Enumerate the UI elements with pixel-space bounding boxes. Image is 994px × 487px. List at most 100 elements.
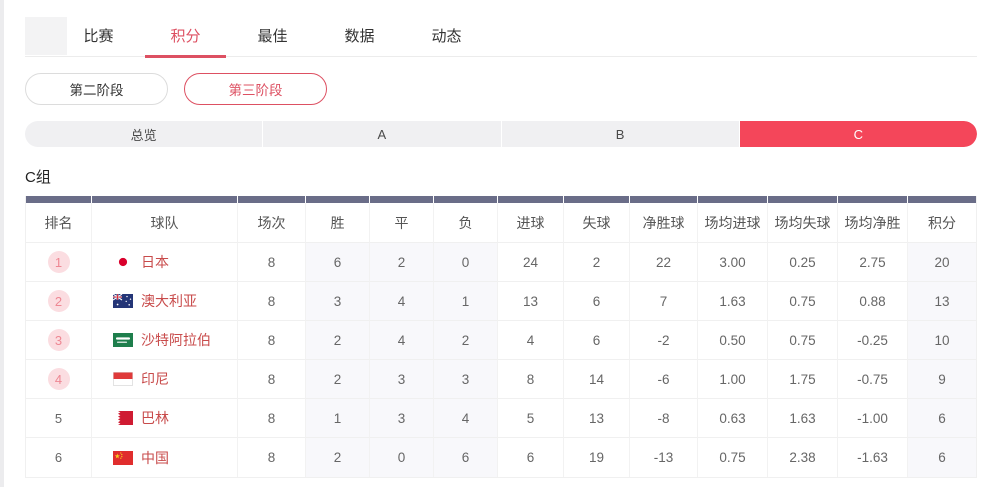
- stat-cell: 0.75: [768, 321, 838, 360]
- table-row[interactable]: 6 中国 8206619-130.752.38-1.636: [26, 438, 976, 477]
- stat-cell: -0.25: [838, 321, 908, 360]
- team-cell[interactable]: 澳大利亚: [92, 282, 238, 321]
- stage-pill-second[interactable]: 第二阶段: [25, 73, 168, 105]
- stat-cell: 8: [238, 243, 306, 282]
- team-name: 澳大利亚: [141, 291, 197, 311]
- table-row[interactable]: 1 日本 8620242223.000.252.7520: [26, 243, 976, 282]
- stat-cell: 6: [908, 438, 976, 477]
- stat-cell: 6: [908, 399, 976, 438]
- stat-cell: 4: [370, 321, 434, 360]
- segment-group-a[interactable]: A: [263, 121, 501, 147]
- stat-cell: 6: [564, 321, 630, 360]
- stat-cell: 4: [434, 399, 498, 438]
- column-header: 失球: [564, 203, 630, 243]
- segment-overview[interactable]: 总览: [25, 121, 263, 147]
- stat-cell: 6: [498, 438, 564, 477]
- stat-cell: -6: [630, 360, 698, 399]
- column-header: 场次: [238, 203, 306, 243]
- stat-cell: 20: [908, 243, 976, 282]
- column-header: 净胜球: [630, 203, 698, 243]
- stat-cell: -0.75: [838, 360, 908, 399]
- stat-cell: 13: [498, 282, 564, 321]
- stat-cell: 13: [908, 282, 976, 321]
- stat-cell: 5: [498, 399, 564, 438]
- rank-cell: 2: [26, 282, 92, 321]
- team-cell[interactable]: 印尼: [92, 360, 238, 399]
- page-left-edge: [0, 0, 4, 487]
- column-header: 负: [434, 203, 498, 243]
- stat-cell: -2: [630, 321, 698, 360]
- rank-cell: 5: [26, 399, 92, 438]
- stat-cell: 2: [370, 243, 434, 282]
- team-name: 沙特阿拉伯: [141, 330, 211, 350]
- table-header-row: 排名球队场次胜平负进球失球净胜球场均进球场均失球场均净胜积分: [26, 203, 976, 243]
- stat-cell: 22: [630, 243, 698, 282]
- rank-badge: 5: [48, 407, 70, 429]
- flag-id-icon: [113, 372, 133, 386]
- top-tabs: 比赛 积分 最佳 数据 动态: [55, 15, 490, 57]
- stat-cell: 2.38: [768, 438, 838, 477]
- stat-cell: 0.75: [698, 438, 768, 477]
- stat-cell: 3: [434, 360, 498, 399]
- stat-cell: 24: [498, 243, 564, 282]
- stat-cell: 8: [238, 438, 306, 477]
- rank-badge: 6: [48, 447, 70, 469]
- column-header: 球队: [92, 203, 238, 243]
- stage-pill-third[interactable]: 第三阶段: [184, 73, 327, 105]
- team-cell[interactable]: 巴林: [92, 399, 238, 438]
- stat-cell: 0.75: [768, 282, 838, 321]
- header-accent-bar: [370, 196, 434, 203]
- team-cell[interactable]: 沙特阿拉伯: [92, 321, 238, 360]
- team-cell[interactable]: 日本: [92, 243, 238, 282]
- segment-group-b[interactable]: B: [502, 121, 740, 147]
- stat-cell: -1.00: [838, 399, 908, 438]
- flag-cn-icon: [113, 451, 133, 465]
- tab-matches[interactable]: 比赛: [55, 15, 142, 57]
- table-body: 1 日本 8620242223.000.252.7520 2 澳大利亚 8341…: [26, 243, 976, 477]
- stat-cell: 3: [370, 399, 434, 438]
- stat-cell: 2: [306, 321, 370, 360]
- stat-cell: -8: [630, 399, 698, 438]
- column-header: 平: [370, 203, 434, 243]
- column-header: 进球: [498, 203, 564, 243]
- stat-cell: 0.25: [768, 243, 838, 282]
- group-title: C组: [25, 166, 977, 187]
- team-cell[interactable]: 中国: [92, 438, 238, 477]
- column-header: 积分: [908, 203, 976, 243]
- tab-best[interactable]: 最佳: [229, 15, 316, 57]
- rank-badge: 1: [48, 251, 70, 273]
- stat-cell: 0: [370, 438, 434, 477]
- flag-jp-icon: [113, 255, 133, 269]
- stat-cell: 1.63: [698, 282, 768, 321]
- rank-cell: 3: [26, 321, 92, 360]
- stat-cell: 1: [434, 282, 498, 321]
- stat-cell: 0.50: [698, 321, 768, 360]
- column-header: 场均进球: [698, 203, 768, 243]
- stat-cell: 8: [238, 360, 306, 399]
- stat-cell: 14: [564, 360, 630, 399]
- stat-cell: 4: [370, 282, 434, 321]
- table-row[interactable]: 4 印尼 8233814-61.001.75-0.759: [26, 360, 976, 399]
- header-accent-bar: [26, 196, 92, 203]
- tab-news[interactable]: 动态: [403, 15, 490, 57]
- table-row[interactable]: 5 巴林 8134513-80.631.63-1.006: [26, 399, 976, 438]
- stat-cell: 2: [434, 321, 498, 360]
- table-row[interactable]: 3 沙特阿拉伯 824246-20.500.75-0.2510: [26, 321, 976, 360]
- stat-cell: 2: [564, 243, 630, 282]
- header-accent-bar: [838, 196, 908, 203]
- tab-stats[interactable]: 数据: [316, 15, 403, 57]
- stat-cell: 13: [564, 399, 630, 438]
- tab-standings[interactable]: 积分: [142, 15, 229, 57]
- column-header: 胜: [306, 203, 370, 243]
- flag-au-icon: [113, 294, 133, 308]
- table-row[interactable]: 2 澳大利亚 834113671.630.750.8813: [26, 282, 976, 321]
- stat-cell: 1.00: [698, 360, 768, 399]
- segment-group-c[interactable]: C: [740, 121, 977, 147]
- header-accent-bar: [92, 196, 238, 203]
- standings-page: 比赛 积分 最佳 数据 动态 第二阶段 第三阶段 总览 A B C C组 排名球…: [25, 0, 977, 478]
- team-name: 中国: [141, 448, 169, 468]
- stat-cell: 0.88: [838, 282, 908, 321]
- stat-cell: -1.63: [838, 438, 908, 477]
- stat-cell: 4: [498, 321, 564, 360]
- stat-cell: 1: [306, 399, 370, 438]
